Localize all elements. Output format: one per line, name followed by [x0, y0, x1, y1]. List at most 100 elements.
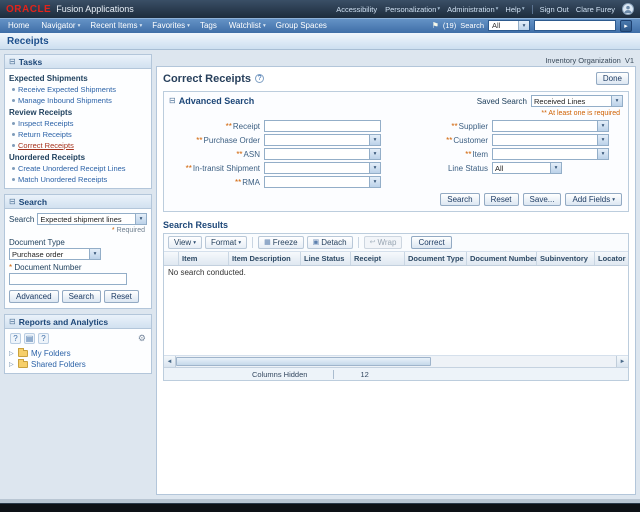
nav-favorites[interactable]: Favorites▾ — [152, 21, 190, 30]
add-fields-button[interactable]: Add Fields▾ — [565, 193, 622, 206]
help-menu[interactable]: Help▾ — [505, 5, 524, 14]
document-number-input[interactable] — [9, 273, 127, 285]
line-status-select[interactable]: All▾ — [492, 162, 562, 174]
task-link-create-unordered-receipt-lines[interactable]: Create Unordered Receipt Lines — [9, 163, 147, 174]
item-input[interactable] — [493, 149, 597, 159]
customer-dropdown-button[interactable]: ▾ — [597, 135, 608, 145]
sign-out-link[interactable]: Sign Out — [540, 5, 569, 14]
asn-dropdown-button[interactable]: ▾ — [369, 149, 380, 159]
column-header-locator[interactable]: Locator — [595, 252, 640, 265]
inventory-organization-value[interactable]: V1 — [625, 56, 634, 65]
document-type-select[interactable]: Purchase order ▾ — [9, 248, 101, 260]
search-type-dropdown-button[interactable]: ▾ — [135, 214, 146, 224]
collapse-icon[interactable]: ⊟ — [169, 97, 176, 105]
search-scope-dropdown-button[interactable]: ▾ — [518, 21, 529, 30]
tree-item-my-folders[interactable]: ▷ My Folders — [9, 348, 147, 359]
search-type-select[interactable]: Expected shipment lines ▾ — [37, 213, 147, 225]
horizontal-scrollbar[interactable]: ◄ ► — [164, 355, 628, 367]
done-button[interactable]: Done — [596, 72, 629, 85]
task-link-match-unordered-receipts[interactable]: Match Unordered Receipts — [9, 174, 147, 185]
column-header-line-status[interactable]: Line Status — [301, 252, 351, 265]
document-type-value: Purchase order — [10, 250, 89, 259]
nav-watchlist[interactable]: Watchlist▾ — [229, 21, 266, 30]
column-header-subinventory[interactable]: Subinventory — [537, 252, 595, 265]
task-link-correct-receipts[interactable]: Correct Receipts — [9, 140, 147, 151]
scrollbar-track[interactable] — [176, 356, 616, 367]
task-link-return-receipts[interactable]: Return Receipts — [9, 129, 147, 140]
item-dropdown-button[interactable]: ▾ — [597, 149, 608, 159]
in-transit-shipment-input[interactable] — [265, 163, 369, 173]
freeze-button[interactable]: ▦Freeze — [258, 236, 304, 249]
task-link-inspect-receipts[interactable]: Inspect Receipts — [9, 118, 147, 129]
nav-navigator[interactable]: Navigator▾ — [41, 21, 80, 30]
watchlist-flag-icon[interactable]: ⚑ — [432, 21, 439, 30]
rma-input[interactable] — [265, 177, 369, 187]
expander-icon[interactable]: ▷ — [9, 361, 17, 368]
nav-group-spaces[interactable]: Group Spaces — [276, 21, 329, 30]
adv-search-button[interactable]: Search — [440, 193, 479, 206]
purchase-order-input[interactable] — [265, 135, 369, 145]
column-header-document-type[interactable]: Document Type — [405, 252, 467, 265]
scroll-right-arrow[interactable]: ► — [616, 356, 628, 367]
save-button[interactable]: Save... — [523, 193, 562, 206]
advanced-button[interactable]: Advanced — [9, 290, 59, 303]
chevron-down-icon: ▾ — [555, 165, 558, 171]
collapse-icon[interactable]: ⊟ — [9, 58, 16, 66]
view-menu-button[interactable]: View▾ — [168, 236, 202, 249]
saved-search-dropdown-button[interactable]: ▾ — [611, 96, 622, 106]
in-transit-shipment-dropdown-button[interactable]: ▾ — [369, 163, 380, 173]
info-icon[interactable]: ? — [38, 333, 49, 344]
receipt-input[interactable] — [265, 121, 380, 131]
saved-search-select[interactable]: Received Lines ▾ — [531, 95, 623, 107]
chevron-down-icon: ▾ — [496, 6, 499, 12]
format-menu-button[interactable]: Format▾ — [205, 236, 247, 249]
tasks-panel-header[interactable]: ⊟ Tasks — [5, 55, 151, 69]
collapse-icon[interactable]: ⊟ — [9, 318, 16, 326]
search-panel-header[interactable]: ⊟ Search — [5, 195, 151, 209]
column-header-item-description[interactable]: Item Description — [229, 252, 301, 265]
chevron-down-icon: ▾ — [437, 6, 440, 12]
search-go-button[interactable]: ▸ — [620, 20, 632, 32]
nav-recent-items[interactable]: Recent Items▾ — [90, 21, 142, 30]
tree-item-shared-folders[interactable]: ▷ Shared Folders — [9, 359, 147, 370]
column-header-item[interactable]: Item — [179, 252, 229, 265]
global-search-input[interactable] — [534, 20, 616, 31]
help-icon[interactable]: ? — [10, 333, 21, 344]
customer-input[interactable] — [493, 135, 597, 145]
reports-panel-header[interactable]: ⊟ Reports and Analytics — [5, 315, 151, 329]
help-icon[interactable]: ? — [255, 74, 264, 83]
asn-input[interactable] — [265, 149, 369, 159]
task-link-receive-expected-shipments[interactable]: Receive Expected Shipments — [9, 84, 147, 95]
task-link-manage-inbound-shipments[interactable]: Manage Inbound Shipments — [9, 95, 147, 106]
expander-icon[interactable]: ▷ — [9, 350, 17, 357]
wrench-icon[interactable]: ⚙ — [138, 333, 146, 344]
sidebar-search-button[interactable]: Search — [62, 290, 101, 303]
scrollbar-thumb[interactable] — [176, 357, 431, 366]
line-status-dropdown-button[interactable]: ▾ — [550, 163, 561, 173]
context-row: Inventory Organization V1 — [156, 54, 636, 66]
nav-home[interactable]: Home — [8, 21, 31, 30]
supplier-dropdown-button[interactable]: ▾ — [597, 121, 608, 131]
user-name[interactable]: Clare Furey — [576, 5, 615, 14]
supplier-input[interactable] — [493, 121, 597, 131]
accessibility-link[interactable]: Accessibility — [336, 5, 378, 14]
select-column-header[interactable] — [164, 252, 179, 265]
document-type-dropdown-button[interactable]: ▾ — [89, 249, 100, 259]
sidebar-reset-button[interactable]: Reset — [104, 290, 139, 303]
scroll-left-arrow[interactable]: ◄ — [164, 356, 176, 367]
rma-dropdown-button[interactable]: ▾ — [369, 177, 380, 187]
correct-button[interactable]: Correct — [411, 236, 451, 249]
search-scope-select[interactable]: All ▾ — [488, 20, 530, 31]
column-header-document-number[interactable]: Document Number — [467, 252, 537, 265]
personalization-menu[interactable]: Personalization▾ — [385, 5, 440, 14]
watchlist-count[interactable]: (19) — [443, 21, 456, 30]
report-icon[interactable]: ▤ — [24, 333, 35, 344]
adv-reset-button[interactable]: Reset — [484, 193, 519, 206]
user-avatar-icon[interactable] — [622, 3, 634, 15]
administration-menu[interactable]: Administration▾ — [447, 5, 498, 14]
detach-button[interactable]: ▣Detach — [307, 236, 353, 249]
collapse-icon[interactable]: ⊟ — [9, 198, 16, 206]
nav-tags[interactable]: Tags — [200, 21, 219, 30]
column-header-receipt[interactable]: Receipt — [351, 252, 405, 265]
purchase-order-dropdown-button[interactable]: ▾ — [369, 135, 380, 145]
